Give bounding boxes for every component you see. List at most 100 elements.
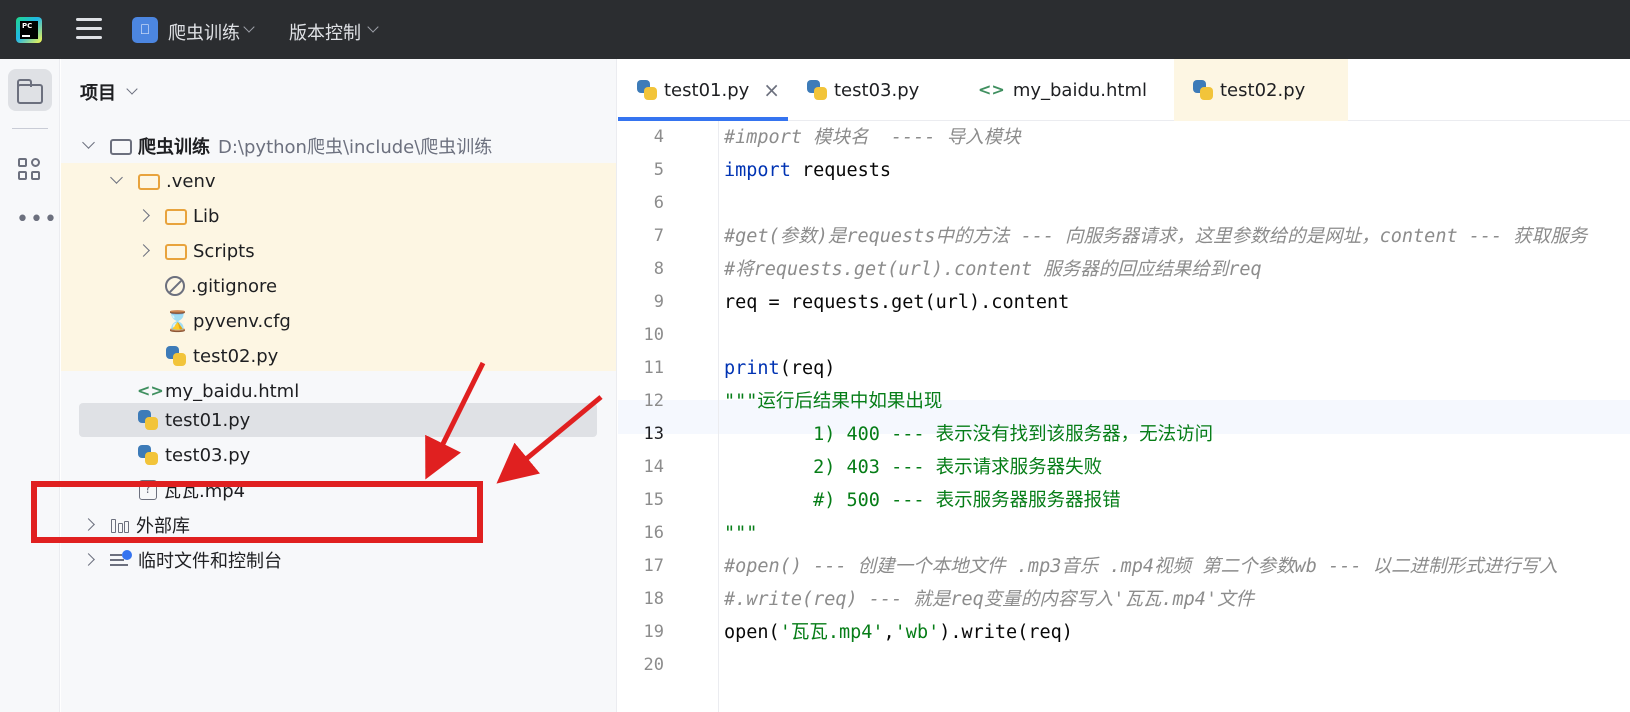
code-line: import requests bbox=[724, 154, 891, 187]
folder-icon bbox=[110, 139, 132, 155]
tree-node-gitignore[interactable]: .gitignore bbox=[165, 269, 277, 303]
code-token: ).write(req) bbox=[939, 622, 1073, 643]
pycharm-logo-icon[interactable]: PC bbox=[16, 17, 42, 43]
vcs-menu[interactable]: 版本控制 bbox=[289, 19, 361, 45]
project-panel: 项目 爬虫训练 D:\python爬虫\include\爬虫训练 .venv L… bbox=[61, 59, 617, 712]
tree-node-lib[interactable]: Lib bbox=[137, 199, 220, 233]
tree-node-label: 外部库 bbox=[136, 516, 190, 537]
code-token: print bbox=[724, 358, 780, 379]
tree-node-external-libs[interactable]: 外部库 bbox=[82, 508, 190, 542]
code-line: #将requests.get(url).content 服务器的回应结果给到re… bbox=[724, 253, 1262, 286]
folder-icon bbox=[165, 244, 187, 260]
tab-label: test02.py bbox=[1220, 79, 1306, 101]
line-number: 9 bbox=[653, 292, 664, 312]
line-number: 7 bbox=[653, 226, 664, 246]
tree-node-scratches[interactable]: 临时文件和控制台 bbox=[82, 543, 282, 577]
code-line: req = requests.get(url).content bbox=[724, 286, 1069, 319]
tab-label: test01.py bbox=[664, 79, 750, 101]
line-number: 16 bbox=[643, 523, 664, 543]
code-token: #将requests.get(url).content 服务器的回应结果给到re… bbox=[724, 259, 1262, 280]
code-line: print(req) bbox=[724, 352, 835, 385]
tree-node-test02[interactable]: test02.py bbox=[165, 339, 278, 373]
title-bar: PC ⎕ 爬虫训练 版本控制 bbox=[0, 0, 1630, 59]
collapse-arrow-icon[interactable] bbox=[82, 553, 95, 566]
line-number: 6 bbox=[653, 193, 664, 213]
tree-node-test01[interactable]: test01.py bbox=[137, 403, 250, 437]
code-token: req = requests.get(url).content bbox=[724, 292, 1070, 313]
code-token: #.write(req) --- 就是req变量的内容写入'瓦瓦.mp4'文件 bbox=[724, 589, 1255, 610]
tree-node-label: test01.py bbox=[165, 409, 251, 431]
close-icon[interactable]: × bbox=[763, 78, 780, 102]
collapse-arrow-icon[interactable] bbox=[137, 209, 150, 222]
chevron-down-icon[interactable] bbox=[126, 83, 138, 95]
tree-node-label: 瓦瓦.mp4 bbox=[163, 481, 246, 502]
code-line: 1) 400 --- 表示没有找到该服务器，无法访问 bbox=[724, 418, 1213, 451]
python-icon bbox=[137, 409, 159, 431]
code-line: """ bbox=[724, 517, 757, 550]
tree-node-label: Scripts bbox=[193, 240, 255, 262]
line-number-gutter: 4 5 6 7 8 9 10 11 12 13 14 15 16 17 18 19 20 bbox=[618, 121, 718, 712]
code-token: #import 模块名 ---- 导入模块 bbox=[724, 127, 1021, 148]
tree-node-label: .gitignore bbox=[191, 275, 278, 297]
collapse-arrow-icon[interactable] bbox=[137, 244, 150, 257]
tree-node-label: .venv bbox=[166, 170, 216, 192]
tree-node-test03[interactable]: test03.py bbox=[137, 438, 250, 472]
tree-node-label: my_baidu.html bbox=[165, 380, 300, 402]
panel-title[interactable]: 项目 bbox=[80, 79, 116, 105]
code-token: #) 500 --- 表示服务器服务器报错 bbox=[724, 490, 1121, 511]
gutter-divider bbox=[718, 121, 719, 712]
main-menu-icon[interactable] bbox=[76, 18, 102, 40]
project-tool-button[interactable] bbox=[8, 69, 52, 111]
tree-node-scripts[interactable]: Scripts bbox=[137, 234, 255, 268]
code-token: import bbox=[724, 160, 791, 181]
line-number: 17 bbox=[643, 556, 664, 576]
unknown-file-icon: ? bbox=[139, 480, 157, 500]
chevron-down-icon[interactable] bbox=[243, 21, 255, 33]
project-switcher[interactable]: 爬虫训练 bbox=[168, 19, 240, 45]
code-token: open( bbox=[724, 622, 780, 643]
editor-tab-bar: test01.py × test03.py <> my_baidu.html t… bbox=[618, 59, 1630, 121]
code-token: #open() --- 创建一个本地文件 .mp3音乐 .mp4视频 第二个参数… bbox=[724, 556, 1558, 577]
tree-node-label: Lib bbox=[193, 205, 220, 227]
code-token: 2) 403 --- 表示请求服务器失败 bbox=[724, 457, 1103, 478]
folder-icon bbox=[17, 79, 43, 104]
project-badge-icon[interactable]: ⎕ bbox=[132, 17, 158, 43]
line-number: 4 bbox=[653, 127, 664, 147]
collapse-arrow-icon[interactable] bbox=[82, 518, 95, 531]
line-number: 10 bbox=[643, 325, 664, 345]
tree-node-pyvenv[interactable]: ⌛ pyvenv.cfg bbox=[165, 304, 291, 338]
python-icon bbox=[165, 345, 187, 367]
line-number: 8 bbox=[653, 259, 664, 279]
folder-icon bbox=[138, 174, 160, 190]
tab-my-baidu[interactable]: <> my_baidu.html bbox=[960, 59, 1174, 121]
tree-node-label: pyvenv.cfg bbox=[193, 310, 291, 332]
tree-node-mp4[interactable]: ? 瓦瓦.mp4 bbox=[139, 473, 245, 507]
code-line: 2) 403 --- 表示请求服务器失败 bbox=[724, 451, 1102, 484]
expand-arrow-icon[interactable] bbox=[82, 136, 95, 149]
tree-node-venv[interactable]: .venv bbox=[110, 164, 216, 198]
tree-node-path: D:\python爬虫\include\爬虫训练 bbox=[218, 137, 493, 158]
line-number: 18 bbox=[643, 589, 664, 609]
more-tools-icon[interactable]: ••• bbox=[16, 207, 58, 232]
line-number: 14 bbox=[643, 457, 664, 477]
tab-test03[interactable]: test03.py bbox=[788, 59, 960, 121]
code-token: 1) 400 --- 表示没有找到该服务器，无法访问 bbox=[724, 424, 1214, 445]
tab-label: my_baidu.html bbox=[1012, 79, 1148, 101]
line-number: 13 bbox=[643, 424, 664, 444]
editor-area: test01.py × test03.py <> my_baidu.html t… bbox=[618, 59, 1630, 712]
config-file-icon: ⌛ bbox=[165, 309, 190, 333]
chevron-down-icon[interactable] bbox=[367, 21, 379, 33]
python-icon bbox=[1192, 79, 1214, 101]
tree-node-root[interactable]: 爬虫训练 D:\python爬虫\include\爬虫训练 bbox=[82, 129, 493, 163]
tree-node-label: test02.py bbox=[193, 345, 279, 367]
line-number: 19 bbox=[643, 622, 664, 642]
code-token: """ bbox=[724, 523, 758, 544]
python-icon bbox=[636, 79, 658, 101]
line-number: 12 bbox=[643, 391, 664, 411]
tab-test02[interactable]: test02.py bbox=[1174, 59, 1348, 121]
tab-test01[interactable]: test01.py × bbox=[618, 59, 788, 121]
python-icon bbox=[806, 79, 828, 101]
code-token: """运行后结果中如果出现 bbox=[724, 391, 943, 412]
structure-icon[interactable] bbox=[18, 158, 42, 182]
expand-arrow-icon[interactable] bbox=[110, 171, 123, 184]
